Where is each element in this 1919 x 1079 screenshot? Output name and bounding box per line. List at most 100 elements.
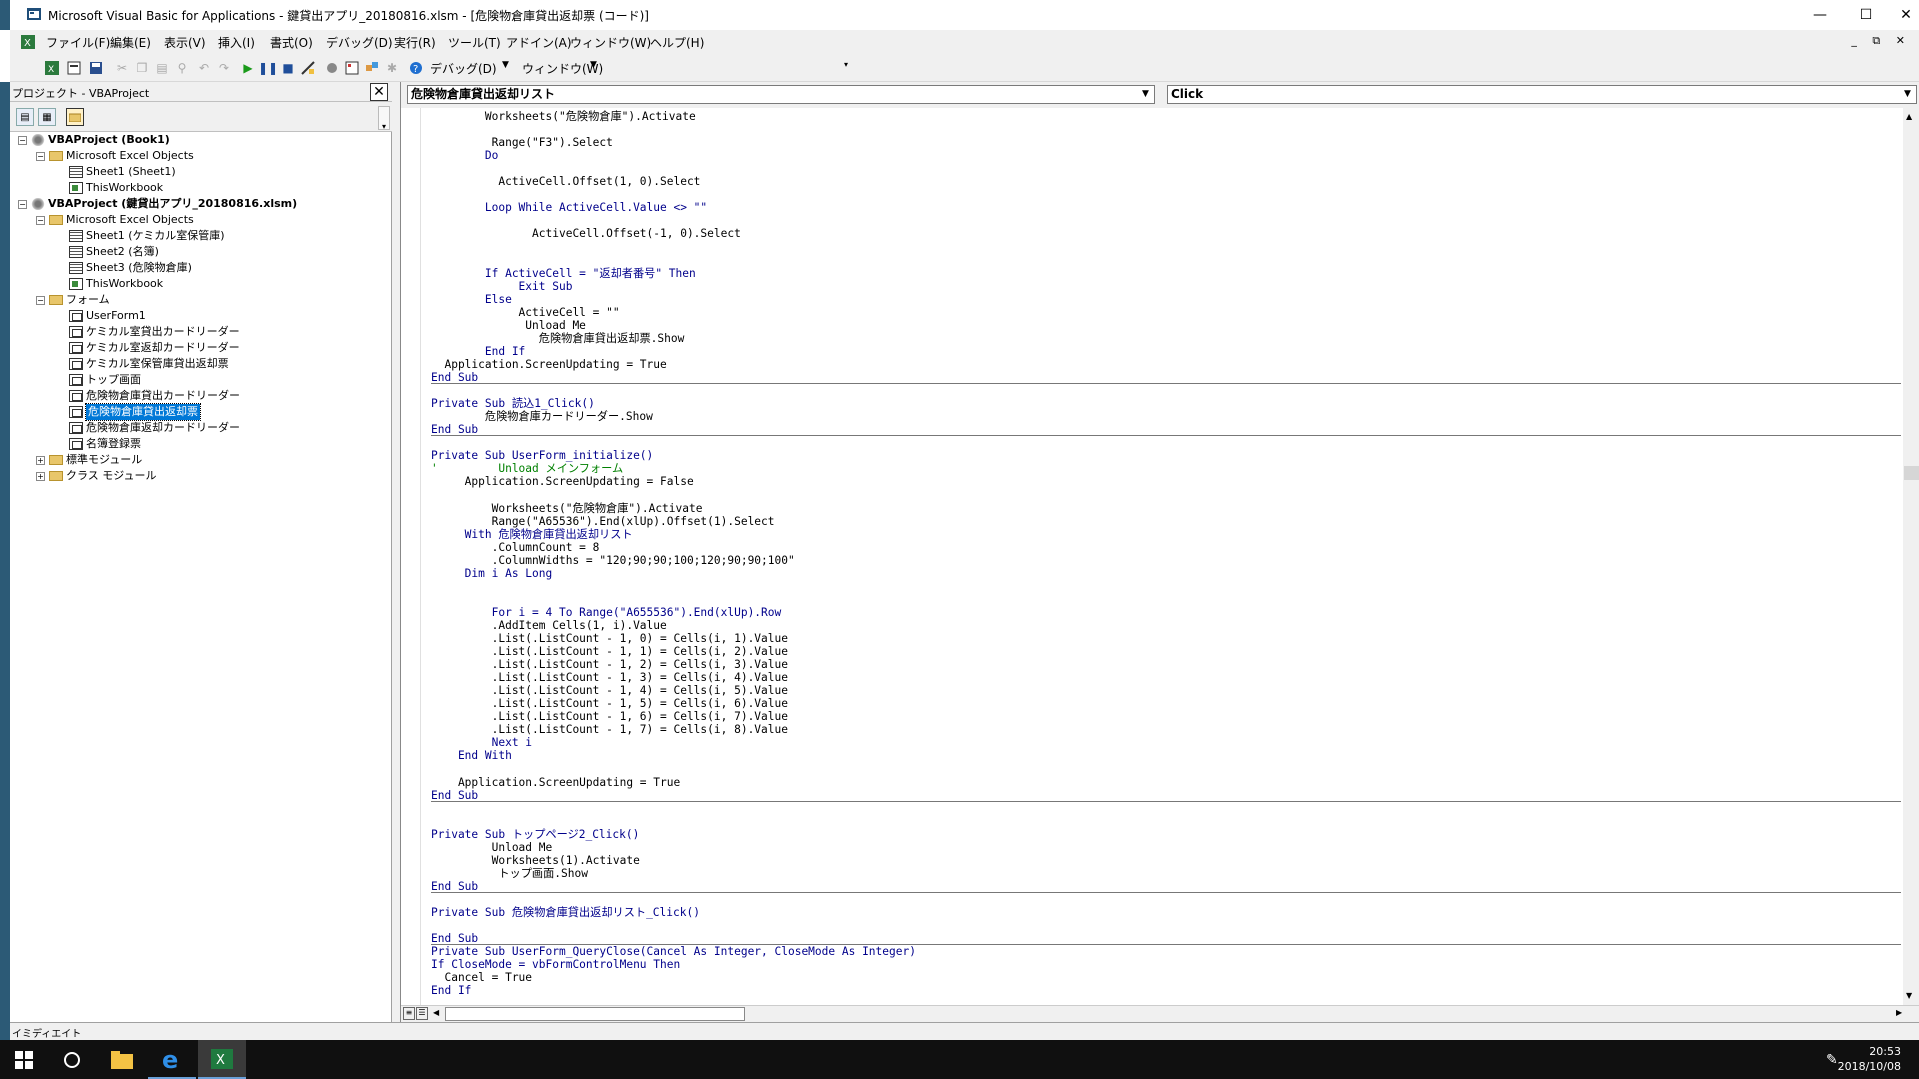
code-line[interactable]: If CloseMode = vbFormControlMenu Then	[431, 958, 680, 971]
toggle-folders-icon[interactable]	[66, 108, 84, 126]
code-line[interactable]: End If	[431, 984, 471, 997]
code-line[interactable]: Worksheets("危険物倉庫").Activate	[431, 502, 703, 515]
code-line[interactable]: Unload Me	[431, 319, 586, 332]
code-line[interactable]: For i = 4 To Range("A655536").End(xlUp).…	[431, 606, 782, 619]
code-line[interactable]: Private Sub トップページ2_Click()	[431, 828, 639, 841]
code-line[interactable]: .AddItem Cells(1, i).Value	[431, 619, 667, 632]
code-line[interactable]: Worksheets(1).Activate	[431, 854, 640, 867]
code-line[interactable]: Application.ScreenUpdating = False	[431, 475, 694, 488]
debug-dropdown-icon[interactable]: ▼	[502, 60, 509, 70]
insert-userform-icon[interactable]	[66, 60, 82, 76]
code-line[interactable]: With 危険物倉庫貸出返却リスト	[431, 528, 633, 541]
code-line[interactable]: .List(.ListCount - 1, 5) = Cells(i, 6).V…	[431, 697, 788, 710]
tree-node[interactable]: − Microsoft Excel Objects	[36, 212, 194, 228]
code-line[interactable]: .List(.ListCount - 1, 3) = Cells(i, 4).V…	[431, 671, 788, 684]
menu-edit[interactable]: 編集(E)	[110, 34, 151, 51]
menu-debug[interactable]: デバッグ(D)	[326, 34, 393, 51]
tree-node[interactable]: + 標準モジュール	[36, 452, 142, 468]
tree-node[interactable]: 危険物倉庫貸出返却票	[56, 403, 201, 421]
expand-icon[interactable]: +	[36, 471, 45, 481]
excel-button[interactable]: X	[198, 1040, 246, 1079]
collapse-icon[interactable]: −	[36, 215, 45, 225]
menu-insert[interactable]: 挿入(I)	[218, 34, 255, 51]
edge-button[interactable]: e	[148, 1040, 196, 1079]
window-dropdown-icon[interactable]: ▼	[590, 60, 597, 70]
properties-window-icon[interactable]	[344, 60, 360, 76]
scroll-up-icon[interactable]: ▲	[1906, 112, 1912, 121]
copy-icon[interactable]: ❐	[134, 60, 150, 76]
tree-node[interactable]: 危険物倉庫返却カードリーダー	[56, 420, 240, 436]
procedure-combo[interactable]: Click ▼	[1167, 85, 1917, 104]
code-line[interactable]: Worksheets("危険物倉庫").Activate	[431, 110, 696, 123]
object-browser-icon[interactable]	[364, 60, 380, 76]
run-icon[interactable]: ▶	[240, 60, 256, 76]
close-button[interactable]: ✕	[1883, 0, 1919, 30]
code-line[interactable]: Dim i As Long	[431, 567, 553, 580]
menu-tools[interactable]: ツール(T)	[448, 34, 501, 51]
immediate-window[interactable]: イミディエイト	[10, 1022, 1919, 1040]
menu-file[interactable]: ファイル(F)	[46, 34, 110, 51]
menu-run[interactable]: 実行(R)	[394, 34, 436, 51]
full-module-view-icon[interactable]: ☰	[416, 1007, 428, 1020]
code-line[interactable]: End Sub	[431, 789, 478, 802]
code-editor[interactable]: Worksheets("危険物倉庫").Activate Range("F3")…	[431, 108, 1901, 1005]
chevron-down-icon[interactable]: ▼	[1138, 87, 1153, 102]
toolbar-overflow-icon[interactable]: ▾	[844, 60, 852, 78]
help-icon[interactable]: ?	[408, 60, 424, 76]
code-line[interactable]: ActiveCell.Offset(1, 0).Select	[431, 175, 700, 188]
code-line[interactable]: End Sub	[431, 880, 478, 893]
code-line[interactable]: Application.ScreenUpdating = True	[431, 358, 666, 371]
code-line[interactable]: .List(.ListCount - 1, 1) = Cells(i, 2).V…	[431, 645, 788, 658]
object-combo[interactable]: 危険物倉庫貸出返却リスト ▼	[407, 85, 1155, 104]
cut-icon[interactable]: ✂	[114, 60, 130, 76]
toolbox-icon[interactable]: ✱	[384, 60, 400, 76]
code-line[interactable]: ActiveCell.Offset(-1, 0).Select	[431, 227, 741, 240]
code-line[interactable]: Range("A65536").End(xlUp).Offset(1).Sele…	[431, 515, 775, 528]
tree-node[interactable]: ケミカル室返却カードリーダー	[56, 340, 240, 356]
tree-node[interactable]: − フォーム	[36, 292, 110, 308]
code-line[interactable]: Loop While ActiveCell.Value <> ""	[431, 201, 707, 214]
code-line[interactable]: Next i	[431, 736, 532, 749]
code-line[interactable]: Unload Me	[431, 841, 553, 854]
code-line[interactable]: .List(.ListCount - 1, 7) = Cells(i, 8).V…	[431, 723, 788, 736]
code-line[interactable]: End If	[431, 345, 525, 358]
redo-icon[interactable]: ↷	[216, 60, 232, 76]
tree-node[interactable]: + クラス モジュール	[36, 468, 157, 484]
code-line[interactable]: トップ画面.Show	[431, 867, 588, 880]
code-line[interactable]: Application.ScreenUpdating = True	[431, 776, 680, 789]
debug-toolbar-label[interactable]: デバッグ(D)	[430, 60, 497, 77]
pane-splitter[interactable]	[392, 82, 400, 1040]
system-clock[interactable]: 20:53 2018/10/08	[1838, 1044, 1901, 1074]
code-line[interactable]: ActiveCell = ""	[431, 306, 620, 319]
excel-view-icon[interactable]: X	[20, 34, 36, 50]
collapse-icon[interactable]: −	[36, 295, 45, 305]
break-icon[interactable]: ❚❚	[258, 60, 278, 76]
undo-icon[interactable]: ↶	[196, 60, 212, 76]
code-line[interactable]: Else	[431, 293, 512, 306]
menu-view[interactable]: 表示(V)	[164, 34, 206, 51]
code-vertical-scrollbar[interactable]: ▲ ▼	[1903, 108, 1919, 1005]
code-line[interactable]: Private Sub UserForm_initialize()	[431, 449, 653, 462]
tree-node[interactable]: Sheet1 (Sheet1)	[56, 164, 176, 180]
scroll-thumb[interactable]	[1904, 466, 1919, 480]
start-button[interactable]	[0, 1040, 48, 1079]
tree-node[interactable]: − VBAProject (鍵貸出アプリ_20180816.xlsm)	[18, 196, 297, 212]
code-margin-indicator[interactable]	[401, 108, 421, 1005]
view-excel-icon[interactable]: X	[44, 60, 60, 76]
project-explorer-scroll-icon[interactable]: ▾	[378, 106, 390, 131]
tree-node[interactable]: ThisWorkbook	[56, 276, 163, 292]
view-object-icon[interactable]: ▦	[38, 108, 56, 126]
minimize-button[interactable]: —	[1797, 0, 1843, 30]
code-line[interactable]: If ActiveCell = "返却者番号" Then	[431, 267, 696, 280]
expand-icon[interactable]: +	[36, 455, 45, 465]
tree-node[interactable]: UserForm1	[56, 308, 146, 324]
search-button[interactable]	[48, 1040, 96, 1079]
project-explorer-close-button[interactable]: ✕	[370, 83, 388, 101]
code-line[interactable]: ' Unload メインフォーム	[431, 462, 623, 475]
code-line[interactable]: .ColumnWidths = "120;90;90;100;120;90;90…	[431, 554, 795, 567]
code-line[interactable]: 危険物倉庫貸出返却票.Show	[431, 332, 685, 345]
code-line[interactable]: Range("F3").Select	[431, 136, 613, 149]
project-explorer-icon[interactable]	[324, 60, 340, 76]
menu-help[interactable]: ヘルプ(H)	[650, 34, 704, 51]
code-line[interactable]: Do	[431, 149, 498, 162]
